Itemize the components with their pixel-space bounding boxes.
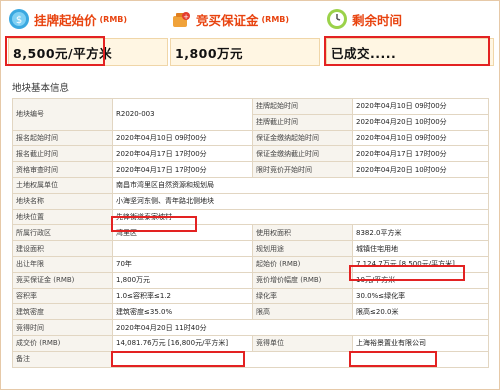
start-price-text: 8,500元/平方米	[13, 45, 113, 61]
cell-value: R2020-003	[112, 98, 253, 131]
cell-label: 竞买保证金 (RMB)	[12, 271, 113, 289]
cell-label: 建筑密度	[12, 303, 113, 321]
cell-label: 挂牌起始时间	[252, 98, 353, 115]
card-title: 竞买保证金	[196, 12, 259, 28]
cell-label: 限高	[252, 303, 353, 321]
cell-label: 所属行政区	[12, 224, 113, 242]
coin-icon: $	[9, 9, 29, 29]
cell-value: 2020年04月17日 17时00分	[112, 145, 253, 163]
cell-label: 保证金缴纳截止时间	[252, 145, 353, 163]
table-row: 地块名称 小海坚河东侧、青年路北侧地块	[12, 192, 489, 210]
table-row: 竞买保证金 (RMB) 1,800万元 竞价增价幅度 (RMB) 10元/平方米	[12, 271, 489, 289]
table-row: 所属行政区 湾里区 使用权面积 8382.0平方米	[12, 224, 489, 242]
table-row: 建筑密度 建筑密度≤35.0% 限高 限高≤20.0米	[12, 303, 489, 321]
cell-label: 地块名称	[12, 192, 113, 210]
card-title: 剩余时间	[352, 12, 403, 28]
cell-value: 10元/平方米	[352, 271, 489, 289]
clock-icon	[327, 9, 347, 29]
cell-value: 2020年04月17日 17时00分	[352, 145, 489, 163]
cell-value: 2020年04月10日 09时00分	[352, 98, 489, 115]
table-row: 出让年限 70年 起始价 (RMB) 7,124.7万元 [8,500元/平方米…	[12, 255, 489, 273]
cell-value: 8382.0平方米	[352, 224, 489, 242]
cell-label: 地块编号	[12, 98, 113, 131]
cell-value: 1.0≤容积率≤1.2	[112, 287, 253, 305]
svg-text:+: +	[183, 13, 189, 21]
cell-label: 出让年限	[12, 255, 113, 273]
section-title: 地块基本信息	[12, 83, 70, 94]
cell-value: 7,124.7万元 [8,500元/平方米]	[352, 255, 489, 273]
table-row: 报名起始时间 2020年04月10日 09时00分 保证金缴纳起始时间 2020…	[12, 129, 489, 147]
parcel-info-table: 地块编号 R2020-003 挂牌起始时间 2020年04月10日 09时00分…	[12, 98, 489, 368]
cell-label: 绿化率	[252, 287, 353, 305]
cell-label: 竞价增价幅度 (RMB)	[252, 271, 353, 289]
card-deposit: + 竞买保证金 (RMB) 1,800万元	[170, 4, 320, 74]
cell-value: 小海坚河东侧、青年路北侧地块	[112, 192, 489, 210]
cell-label: 资格审查时间	[12, 161, 113, 178]
table-row: 容积率 1.0≤容积率≤1.2 绿化率 30.0%≤绿化率	[12, 287, 489, 305]
table-row: 成交价 (RMB) 14,081.76万元 [16,800元/平方米] 竞得单位…	[12, 334, 489, 352]
cell-label: 报名起始时间	[12, 129, 113, 147]
cell-value: 2020年04月10日 09时00分	[112, 129, 253, 147]
cell-value: 城镇住宅用地	[352, 240, 489, 257]
cell-label: 竞得单位	[252, 334, 353, 352]
cell-value: 湾里区	[112, 224, 253, 242]
remaining-time-value: 已成交.....	[326, 38, 494, 66]
cell-value: 1,800万元	[112, 271, 253, 289]
cell-label: 备注	[12, 350, 113, 368]
card-title: 挂牌起始价	[34, 12, 97, 28]
cell-label: 容积率	[12, 287, 113, 305]
table-row: 地块位置 先锋街道泰家坡村	[12, 208, 489, 226]
table-row: 竞得时间 2020年04月20日 11时40分	[12, 319, 489, 336]
cell-value: 30.0%≤绿化率	[352, 287, 489, 305]
table-row: 建设面积 规划用途 城镇住宅用地	[12, 240, 489, 257]
card-remaining-time: 剩余时间 已成交.....	[326, 4, 494, 74]
cell-value: 南昌市湾里区自然资源和规划局	[112, 176, 489, 194]
cell-value	[112, 350, 489, 368]
svg-text:$: $	[16, 15, 22, 26]
deposit-text: 1,800万元	[175, 45, 244, 61]
table-row: 土地权属单位 南昌市湾里区自然资源和规划局	[12, 176, 489, 194]
card-unit: (RMB)	[261, 14, 290, 24]
money-bag-icon: +	[173, 12, 190, 27]
cell-value: 2020年04月17日 17时00分	[112, 161, 253, 178]
cell-value: 14,081.76万元 [16,800元/平方米]	[112, 334, 253, 352]
cell-label: 限时竞价开始时间	[252, 161, 353, 178]
cell-value: 先锋街道泰家坡村	[112, 208, 489, 226]
summary-cards: $ 挂牌起始价 (RMB) 8,500元/平方米 + 竞买保证金 (RMB) 1…	[8, 4, 496, 74]
cell-value: 2020年04月20日 10时00分	[352, 161, 489, 178]
cell-label: 挂牌截止时间	[252, 113, 353, 131]
card-start-price: $ 挂牌起始价 (RMB) 8,500元/平方米	[8, 4, 168, 74]
cell-value: 2020年04月10日 09时00分	[352, 129, 489, 147]
cell-label: 土地权属单位	[12, 176, 113, 194]
table-row: 资格审查时间 2020年04月17日 17时00分 限时竞价开始时间 2020年…	[12, 161, 489, 178]
cell-label: 起始价 (RMB)	[252, 255, 353, 273]
cell-label: 保证金缴纳起始时间	[252, 129, 353, 147]
cell-value: 建筑密度≤35.0%	[112, 303, 253, 321]
cell-value: 限高≤20.0米	[352, 303, 489, 321]
cell-value: 70年	[112, 255, 253, 273]
cell-label: 成交价 (RMB)	[12, 334, 113, 352]
remaining-time-text: 已成交.....	[331, 45, 397, 61]
deposit-value: 1,800万元	[170, 38, 320, 66]
cell-value: 2020年04月20日 11时40分	[112, 319, 489, 336]
cell-value: 上海裕景置业有限公司	[352, 334, 489, 352]
cell-label: 竞得时间	[12, 319, 113, 336]
table-row: 备注	[12, 350, 489, 368]
cell-label: 报名截止时间	[12, 145, 113, 163]
start-price-value: 8,500元/平方米	[8, 38, 168, 66]
table-row: 报名截止时间 2020年04月17日 17时00分 保证金缴纳截止时间 2020…	[12, 145, 489, 163]
cell-label: 建设面积	[12, 240, 113, 257]
card-unit: (RMB)	[99, 14, 128, 24]
cell-label: 使用权面积	[252, 224, 353, 242]
cell-value	[112, 240, 253, 257]
cell-value: 2020年04月20日 10时00分	[352, 113, 489, 131]
cell-label: 地块位置	[12, 208, 113, 226]
cell-label: 规划用途	[252, 240, 353, 257]
table-row: 地块编号 R2020-003 挂牌起始时间 2020年04月10日 09时00分	[12, 98, 489, 131]
